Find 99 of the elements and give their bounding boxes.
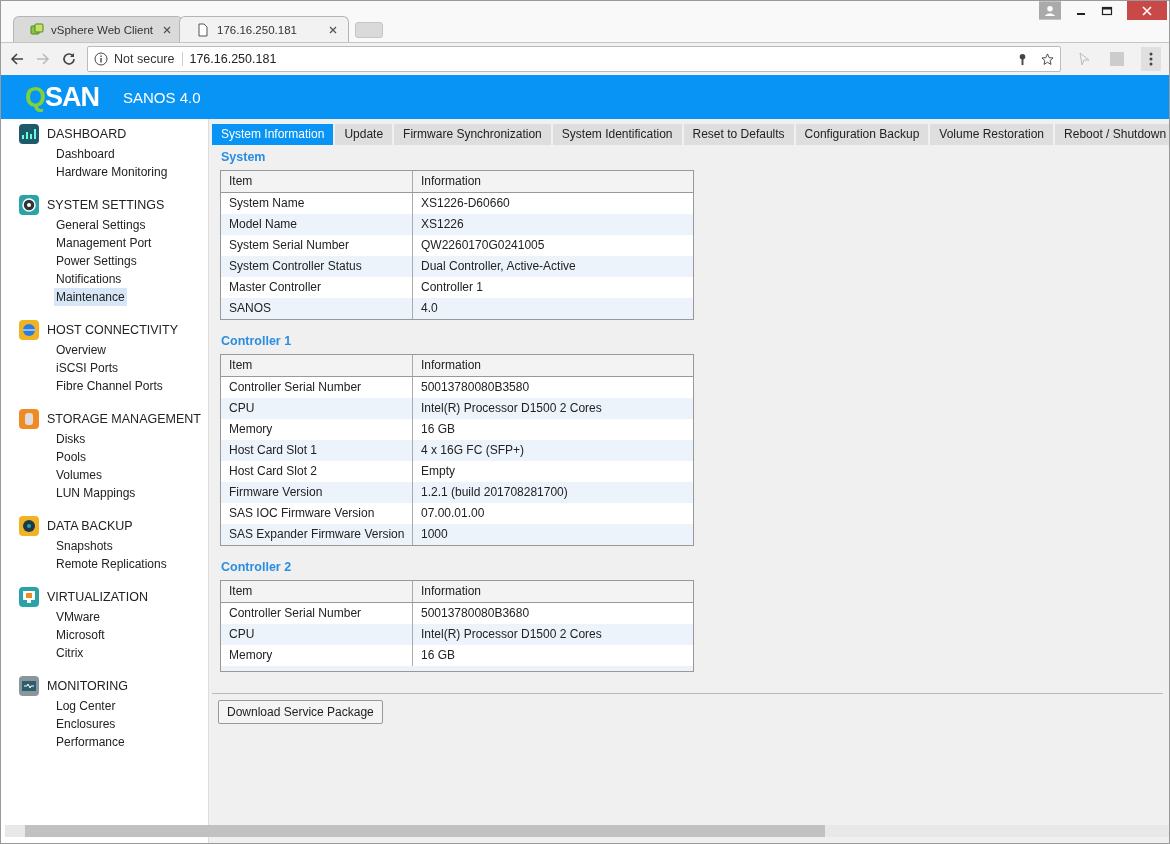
table-cell: CPU [221, 624, 413, 645]
table-cell-text: XS1226-D60660 [420, 195, 510, 212]
database-icon [19, 409, 39, 429]
version-label: SANOS 4.0 [123, 88, 201, 106]
section-heading: MONITORING [47, 679, 129, 693]
table-cell-text: 16 GB [420, 647, 456, 664]
table-cell-text: Controller 1 [420, 279, 484, 296]
table-cell-text: 07.00.01.00 [420, 505, 485, 522]
table-cell-text: Intel(R) Processor D1500 2 Cores [420, 400, 602, 417]
column-header: Item [221, 355, 413, 376]
table-cell: System Controller Status [221, 256, 413, 277]
table-cell: Host Card Slot 1 [221, 440, 413, 461]
sidebar-item[interactable]: Enclosures [54, 715, 118, 733]
maximize-icon[interactable] [1101, 5, 1113, 17]
tab[interactable]: Firmware Synchronization [394, 124, 551, 145]
close-window-button[interactable] [1127, 1, 1167, 20]
tab[interactable]: Update [335, 124, 393, 145]
sidebar-item[interactable]: Performance [54, 733, 127, 751]
reload-icon[interactable] [61, 51, 77, 67]
table-cell-text: Intel(R) Processor D1500 2 Cores [420, 626, 602, 643]
sidebar-item[interactable]: iSCSI Ports [54, 359, 120, 377]
table-cell: Firmware Version [221, 482, 413, 503]
table-cell-text: 50013780080B3680 [420, 605, 530, 622]
table-cell-text: 4.0 [420, 300, 438, 317]
sidebar-item[interactable]: Dashboard [54, 145, 117, 163]
gear-icon [19, 195, 39, 215]
sidebar-item[interactable]: Maintenance [54, 288, 127, 306]
section-heading: DASHBOARD [47, 127, 127, 141]
table-cell-text: XS1226 [420, 216, 464, 233]
sidebar-item[interactable]: LUN Mappings [54, 484, 138, 502]
section-heading: DATA BACKUP [47, 519, 133, 533]
close-icon[interactable] [328, 24, 338, 35]
page-icon [196, 22, 210, 37]
monitor-icon [19, 587, 39, 607]
column-header: Item [221, 171, 413, 192]
sidebar-item[interactable]: Notifications [54, 270, 124, 288]
sidebar-item[interactable]: Volumes [54, 466, 105, 484]
download-button[interactable]: Download Service Package [218, 700, 383, 724]
table-cell: SAS Expander Firmware Version [221, 524, 413, 545]
browser-tab[interactable]: 176.16.250.181 [179, 16, 349, 42]
sidebar-item[interactable]: Overview [54, 341, 108, 359]
table-cell-text: Dual Controller, Active-Active [420, 258, 576, 275]
section-title: Controller 2 [221, 560, 293, 574]
table-cell-text: 50013780080B3580 [420, 379, 530, 396]
tab[interactable]: Reboot / Shutdown [1055, 124, 1169, 145]
table-cell: Model Name [221, 214, 413, 235]
section-title: System [221, 150, 267, 164]
table-cell-text: 1.2.1 (build 201708281700) [420, 484, 568, 501]
back-arrow-icon[interactable] [9, 51, 25, 67]
close-icon[interactable] [162, 24, 172, 35]
table-cell-text: QW2260170G0241005 [420, 237, 545, 254]
table-cell: CPU [221, 398, 413, 419]
horizontal-scrollbar[interactable] [5, 825, 1169, 837]
security-label: Not secure [114, 52, 184, 66]
sidebar-item[interactable]: Log Center [54, 697, 118, 715]
screen-icon [19, 676, 39, 696]
sidebar-item[interactable]: Microsoft [54, 626, 107, 644]
chart-icon [19, 124, 39, 144]
tab[interactable]: Volume Restoration [930, 124, 1054, 145]
column-header: Item [221, 581, 413, 602]
sidebar-item[interactable]: Remote Replications [54, 555, 169, 573]
table-cell-text: 4 x 16G FC (SFP+) [420, 442, 525, 459]
url-text: 176.16.250.181 [189, 52, 278, 66]
table-cell-text: 1000 [420, 526, 448, 543]
table-cell-text: Empty [420, 463, 455, 480]
sidebar-item[interactable]: Snapshots [54, 537, 115, 555]
sidebar-item[interactable]: Pools [54, 448, 89, 466]
column-header: Information [420, 583, 482, 600]
sidebar-item[interactable]: VMware [54, 608, 102, 626]
column-header: Information [420, 173, 482, 190]
close-icon [1141, 4, 1153, 17]
address-bar[interactable]: Not secure 176.16.250.181 [87, 46, 1061, 72]
logo-icon [30, 22, 44, 37]
tab[interactable]: System Identification [552, 124, 682, 145]
star-icon[interactable] [1041, 52, 1054, 66]
column-header: Information [420, 357, 482, 374]
sidebar-item[interactable]: Hardware Monitoring [54, 163, 170, 181]
section-title: Controller 1 [221, 334, 293, 348]
sidebar-item[interactable]: Citrix [54, 644, 86, 662]
section-heading: VIRTUALIZATION [47, 590, 148, 604]
scrollbar-thumb[interactable] [25, 825, 825, 837]
table-cell: SANOS [221, 298, 413, 319]
info-icon [94, 52, 108, 66]
section-heading: SYSTEM SETTINGS [47, 198, 165, 212]
menu-icon[interactable] [1141, 47, 1161, 71]
tab[interactable]: Configuration Backup [795, 124, 929, 145]
section-heading: STORAGE MANAGEMENT [47, 412, 201, 426]
section-heading: HOST CONNECTIVITY [47, 323, 179, 337]
tab-title: 176.16.250.181 [217, 23, 298, 36]
sidebar-item[interactable]: Management Port [54, 234, 154, 252]
sidebar-item[interactable]: Fibre Channel Ports [54, 377, 165, 395]
tab-title: vSphere Web Client [51, 23, 155, 36]
table-cell-text: 16 GB [420, 421, 456, 438]
sidebar-item[interactable]: Disks [54, 430, 88, 448]
sidebar-item[interactable]: Power Settings [54, 252, 139, 270]
logo: QSAN [25, 81, 100, 113]
tab[interactable]: Reset to Defaults [683, 124, 794, 145]
sidebar-item[interactable]: General Settings [54, 216, 148, 234]
globe-icon [19, 320, 39, 340]
